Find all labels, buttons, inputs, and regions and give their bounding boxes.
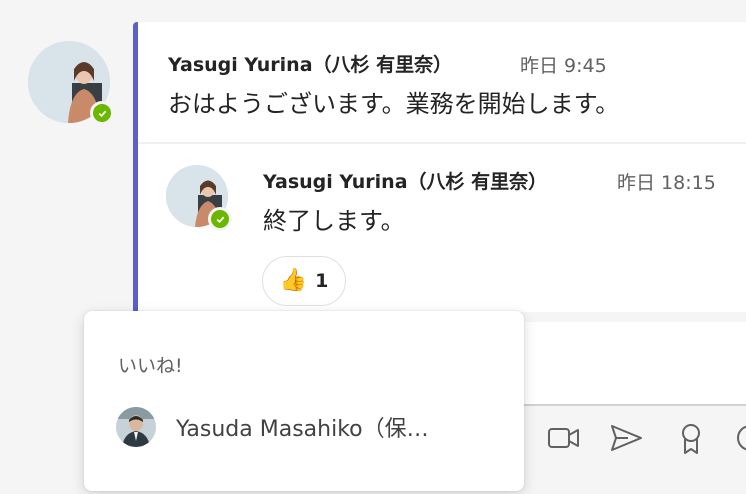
reaction-button[interactable]: 👍 1 — [262, 256, 346, 306]
reaction-user-name[interactable]: Yasuda Masahiko（保… — [176, 411, 429, 443]
reaction-count: 1 — [315, 270, 329, 292]
more-icon[interactable] — [732, 420, 746, 456]
presence-available-icon — [208, 207, 232, 231]
send-icon[interactable] — [608, 420, 644, 456]
message-author[interactable]: Yasugi Yurina（八杉 有里奈） — [168, 50, 452, 77]
message-author[interactable]: Yasugi Yurina（八杉 有里奈） — [263, 167, 547, 194]
message-timestamp: 昨日 9:45 — [520, 55, 607, 77]
praise-icon[interactable] — [673, 420, 709, 456]
message-body: おはようございます。業務を開始します。 — [168, 90, 620, 118]
message-body: 終了します。 — [263, 207, 405, 235]
compose-box[interactable] — [500, 322, 746, 406]
video-icon[interactable] — [546, 420, 582, 456]
reaction-popup-title: いいね! — [118, 355, 183, 377]
avatar[interactable] — [116, 407, 156, 447]
thumbs-up-icon: 👍 — [279, 268, 308, 293]
reaction-popup: いいね! Yasuda Masahiko（保… — [84, 311, 524, 491]
message-divider — [138, 142, 746, 144]
message-timestamp: 昨日 18:15 — [617, 172, 716, 194]
presence-available-icon — [90, 101, 114, 125]
